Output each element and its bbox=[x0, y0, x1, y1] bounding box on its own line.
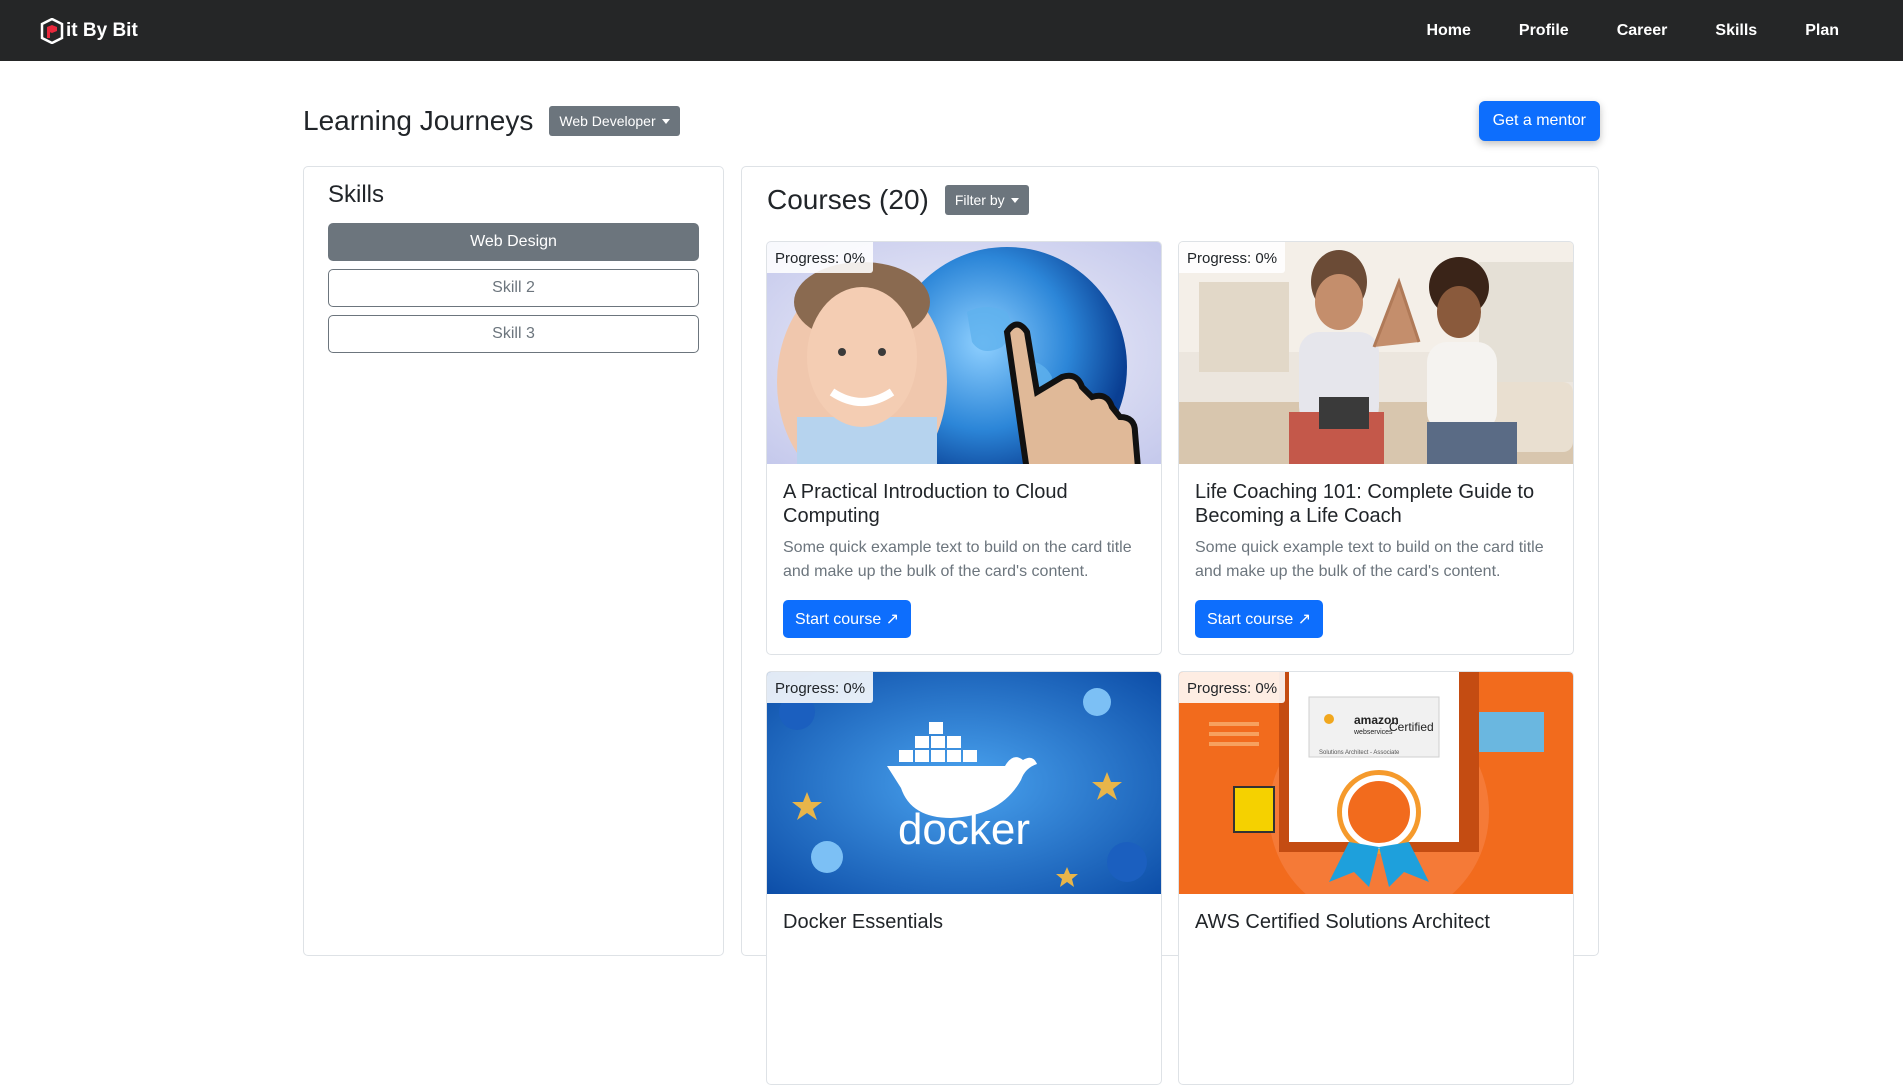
course-title: Docker Essentials bbox=[783, 911, 944, 933]
course-description: Some quick example text to build on the … bbox=[783, 539, 1132, 580]
progress-badge: Progress: 0% bbox=[767, 242, 874, 273]
top-navbar: it By Bit Home Profile Career Skills Pla… bbox=[0, 0, 1903, 61]
course-description: Some quick example text to build on the … bbox=[1195, 539, 1544, 580]
progress-badge: Progress: 0% bbox=[1179, 242, 1286, 273]
cloud-computing-image bbox=[767, 242, 1161, 464]
course-card: Progress: 0% A Practical Introduction to… bbox=[766, 241, 1162, 655]
filter-dropdown-label: Filter by bbox=[954, 192, 1005, 208]
course-title: AWS Certified Solutions Architect bbox=[1195, 911, 1490, 933]
course-card-image: amazon webservices Certified Solutions A… bbox=[1179, 672, 1573, 894]
nav-links: Home Profile Career Skills Plan bbox=[1402, 22, 1863, 40]
certificate-subtext: Solutions Architect - Associate bbox=[1319, 750, 1400, 756]
courses-header: Courses (20) Filter by bbox=[767, 181, 1573, 219]
caret-down-icon bbox=[661, 118, 670, 124]
docker-image: docker bbox=[767, 672, 1161, 894]
nav-link-home[interactable]: Home bbox=[1402, 22, 1494, 40]
caret-down-icon bbox=[1010, 197, 1019, 203]
brand-name: it By Bit bbox=[66, 19, 138, 41]
nav-link-career[interactable]: Career bbox=[1593, 22, 1692, 40]
life-coaching-image bbox=[1179, 242, 1573, 464]
start-course-button[interactable]: Start course ↗ bbox=[783, 600, 912, 638]
docker-logo-text: docker bbox=[898, 805, 1030, 854]
progress-badge: Progress: 0% bbox=[767, 672, 874, 703]
course-title: Life Coaching 101: Complete Guide to Bec… bbox=[1195, 481, 1535, 527]
course-card-body: Life Coaching 101: Complete Guide to Bec… bbox=[1179, 464, 1573, 654]
filter-dropdown[interactable]: Filter by bbox=[944, 185, 1029, 215]
courses-title: Courses (20) bbox=[767, 184, 929, 215]
course-title: A Practical Introduction to Cloud Comput… bbox=[783, 481, 1068, 527]
course-card-body: Docker Essentials bbox=[767, 894, 1161, 958]
nav-link-skills[interactable]: Skills bbox=[1691, 22, 1781, 40]
aws-certificate-image: amazon webservices Certified Solutions A… bbox=[1179, 672, 1573, 894]
course-card: Progress: 0% Life Coaching 101: Complete… bbox=[1178, 241, 1574, 655]
skills-panel: Skills Web Design Skill 2 Skill 3 bbox=[303, 166, 724, 956]
course-card: docker Progress: 0% Docker Essentials bbox=[766, 671, 1162, 1085]
journey-dropdown-label: Web Developer bbox=[559, 113, 656, 129]
course-card-image: docker Progress: 0% bbox=[767, 672, 1161, 894]
get-mentor-button[interactable]: Get a mentor bbox=[1478, 101, 1600, 141]
page-title: Learning Journeys bbox=[303, 105, 534, 136]
course-card-body: AWS Certified Solutions Architect bbox=[1179, 894, 1573, 958]
brand-logo-icon bbox=[40, 17, 64, 44]
course-card-body: A Practical Introduction to Cloud Comput… bbox=[767, 464, 1161, 654]
nav-link-plan[interactable]: Plan bbox=[1781, 22, 1863, 40]
skill-button-web-design[interactable]: Web Design bbox=[328, 223, 699, 261]
page-header: Learning Journeys Web Developer Get a me… bbox=[303, 100, 1600, 142]
page-header-left: Learning Journeys Web Developer bbox=[303, 105, 680, 137]
certified-text: Certified bbox=[1389, 720, 1434, 734]
nav-link-profile[interactable]: Profile bbox=[1495, 22, 1593, 40]
aws-logo-subtext: webservices bbox=[1353, 729, 1393, 736]
course-card: amazon webservices Certified Solutions A… bbox=[1178, 671, 1574, 1085]
skill-button-skill-2[interactable]: Skill 2 bbox=[328, 269, 699, 307]
start-course-button[interactable]: Start course ↗ bbox=[1195, 600, 1324, 638]
progress-badge: Progress: 0% bbox=[1179, 672, 1286, 703]
course-card-image: Progress: 0% bbox=[767, 242, 1161, 464]
skill-button-skill-3[interactable]: Skill 3 bbox=[328, 315, 699, 353]
journey-dropdown[interactable]: Web Developer bbox=[549, 106, 680, 136]
skills-title: Skills bbox=[328, 181, 385, 208]
course-card-image: Progress: 0% bbox=[1179, 242, 1573, 464]
brand-link[interactable]: it By Bit bbox=[40, 17, 138, 44]
